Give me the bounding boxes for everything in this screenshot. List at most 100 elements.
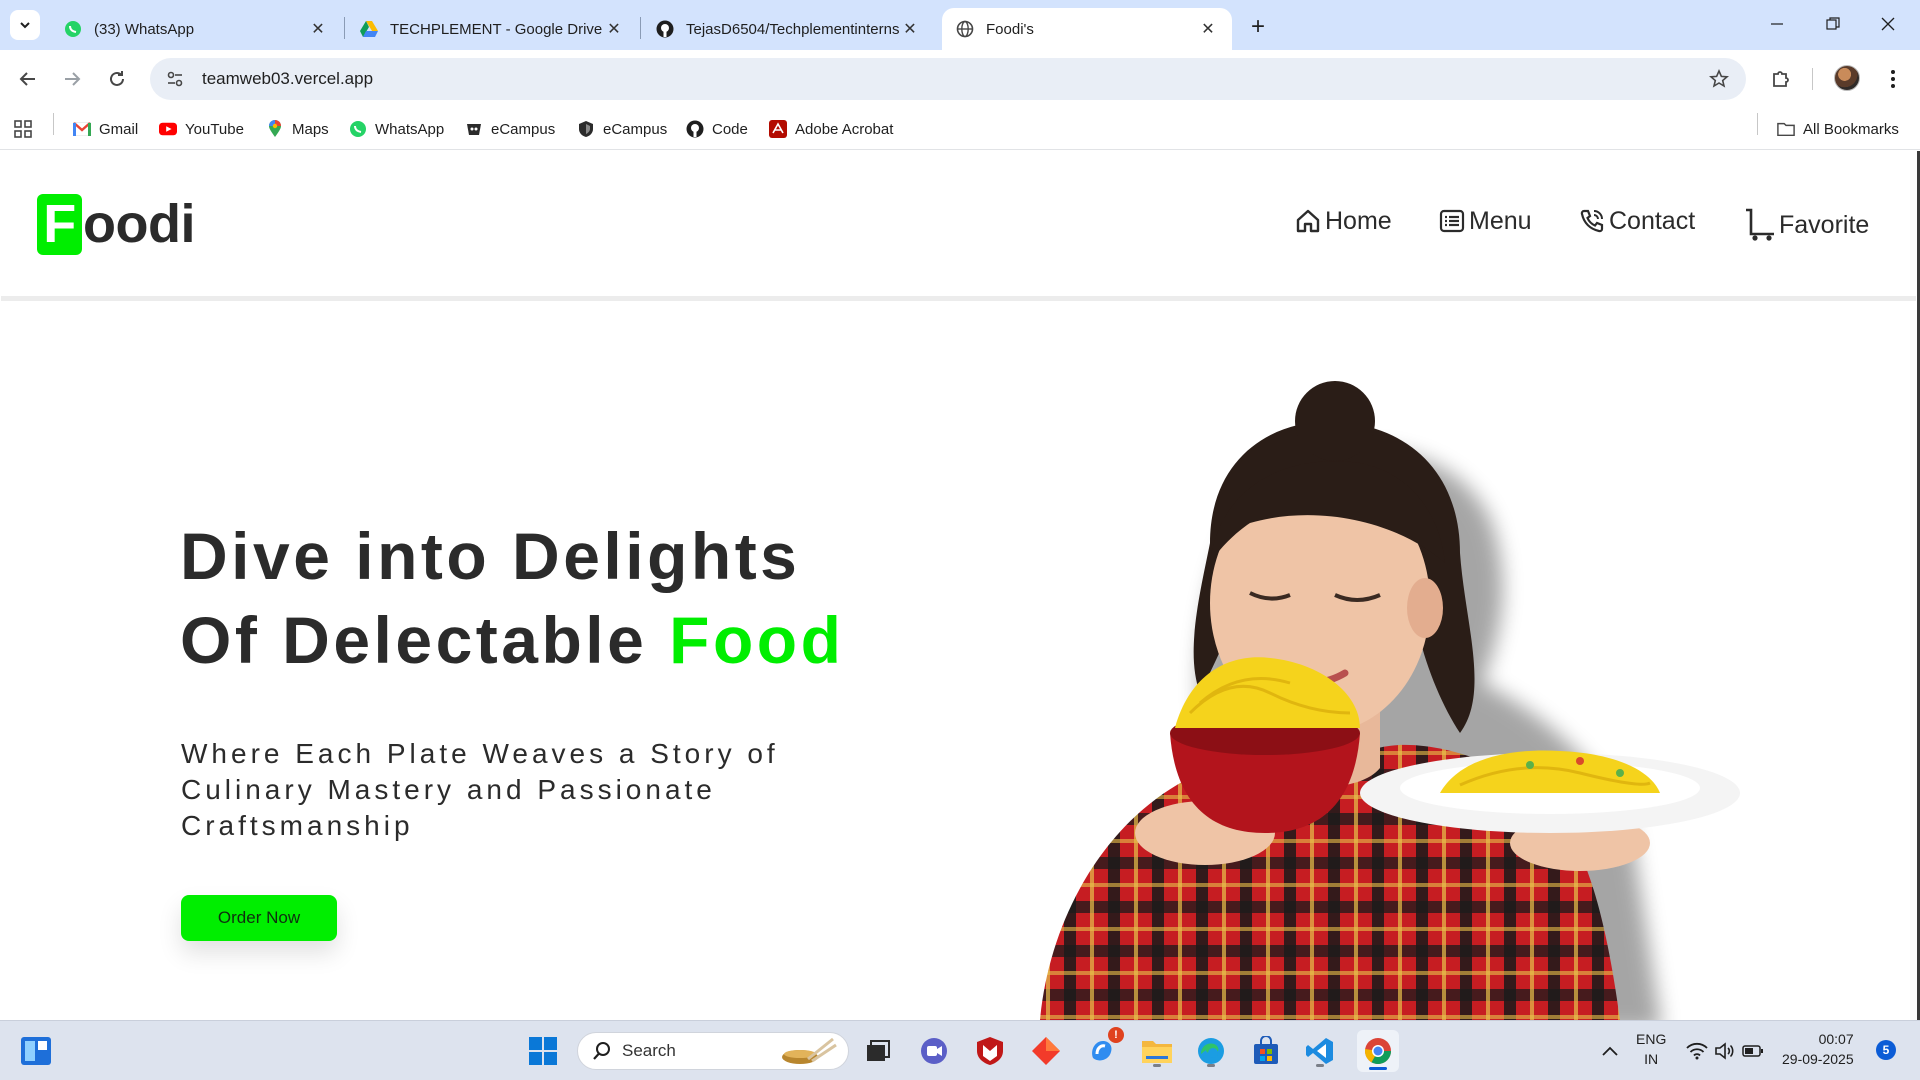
windows-taskbar: Search ! ENG IN 00:07 29-09-2025 5 (0, 1020, 1920, 1080)
restore-button[interactable] (1815, 8, 1851, 40)
all-bookmarks-button[interactable]: All Bookmarks (1777, 118, 1899, 140)
bookmark-whatsapp[interactable]: WhatsApp (349, 118, 444, 140)
nav-home[interactable]: Home (1294, 201, 1392, 241)
new-tab-button[interactable]: + (1244, 13, 1272, 41)
vscode-icon (1306, 1038, 1333, 1064)
tab-divider (344, 17, 345, 39)
widgets-button[interactable] (18, 1033, 54, 1069)
google-drive-icon (360, 20, 378, 38)
restore-icon (1826, 17, 1840, 30)
nav-contact[interactable]: Contact (1578, 201, 1695, 241)
all-bookmarks-label: All Bookmarks (1803, 120, 1899, 138)
extensions-button[interactable] (1765, 63, 1797, 95)
arrow-left-icon (19, 72, 35, 86)
hero-subtitle: Where Each Plate Weaves a Story of Culin… (181, 738, 779, 841)
bookmark-star-icon[interactable] (1698, 69, 1740, 89)
taskbar-app-diamond[interactable] (1028, 1033, 1064, 1069)
nav-label: Contact (1609, 206, 1696, 235)
github-icon (656, 20, 674, 38)
task-view-icon (867, 1040, 890, 1061)
taskbar-app-chrome[interactable] (1357, 1030, 1399, 1072)
logo-text: oodi (83, 194, 195, 254)
chevron-up-icon (1602, 1046, 1618, 1056)
profile-avatar[interactable] (1834, 65, 1860, 91)
whatsapp-icon (64, 20, 82, 38)
order-now-button[interactable]: Order Now (181, 895, 337, 941)
taskbar-app-store[interactable] (1248, 1033, 1284, 1069)
bookmark-maps[interactable]: Maps (266, 118, 329, 140)
close-icon[interactable]: ✕ (604, 19, 624, 39)
bookmark-divider (1757, 113, 1758, 135)
reload-icon (110, 71, 124, 86)
close-icon[interactable]: ✕ (1198, 19, 1218, 39)
running-indicator (1207, 1064, 1215, 1067)
close-icon[interactable]: ✕ (900, 19, 920, 39)
tab-whatsapp[interactable]: (33) WhatsApp ✕ (50, 8, 342, 50)
acrobat-icon (769, 120, 787, 138)
taskbar-app-mcafee[interactable] (972, 1033, 1008, 1069)
close-window-button[interactable] (1870, 8, 1906, 40)
bookmark-divider (53, 113, 54, 135)
search-icon (593, 1042, 610, 1060)
chevron-down-icon (20, 22, 30, 29)
video-chat-icon (921, 1038, 947, 1064)
bookmark-label: WhatsApp (375, 120, 445, 138)
tab-foodis[interactable]: Foodi's ✕ (942, 8, 1232, 50)
bookmark-ecampus[interactable]: eCampus (465, 118, 555, 140)
browser-toolbar: teamweb03.vercel.app (0, 50, 1920, 108)
language-indicator[interactable]: ENG IN (1636, 1029, 1666, 1069)
copilot-badge: ! (1108, 1027, 1124, 1043)
bookmark-code[interactable]: Code (686, 118, 748, 140)
mcafee-shield-icon (977, 1037, 1003, 1065)
tab-github[interactable]: TejasD6504/Techplementinterns ✕ (642, 8, 934, 50)
hero-heading-line-2: Of Delectable Food (180, 598, 844, 682)
clock[interactable]: 00:07 29-09-2025 (1782, 1029, 1854, 1069)
minimize-icon (1771, 23, 1783, 25)
reload-button[interactable] (101, 63, 133, 95)
address-bar[interactable]: teamweb03.vercel.app (150, 58, 1746, 100)
bookmark-adobe-acrobat[interactable]: Adobe Acrobat (769, 118, 893, 140)
taskbar-app-vscode[interactable] (1302, 1033, 1338, 1069)
puzzle-icon (1773, 71, 1789, 87)
network-volume-battery-button[interactable] (1680, 1033, 1770, 1069)
cart-icon (1744, 208, 1776, 242)
browser-menu-button[interactable] (1877, 63, 1909, 95)
site-settings-icon[interactable] (154, 70, 196, 88)
taskbar-search-box[interactable]: Search (577, 1032, 849, 1070)
youtube-icon (159, 120, 177, 138)
nav-menu[interactable]: Menu (1438, 201, 1532, 241)
tab-google-drive[interactable]: TECHPLEMENT - Google Drive ✕ (346, 8, 638, 50)
toolbar-divider (1812, 68, 1813, 90)
bookmark-ecampus-2[interactable]: eCampus (577, 118, 667, 140)
url-text[interactable]: teamweb03.vercel.app (202, 69, 1698, 89)
taskbar-app-edge[interactable] (1193, 1033, 1229, 1069)
arrow-right-icon (65, 72, 81, 86)
show-hidden-icons-button[interactable] (1592, 1033, 1628, 1069)
nav-favorite[interactable]: Favorite (1744, 205, 1869, 245)
maps-icon (266, 120, 284, 138)
browser-tab-strip: (33) WhatsApp ✕ TECHPLEMENT - Google Dri… (0, 0, 1920, 50)
taskbar-app-file-explorer[interactable] (1139, 1033, 1175, 1069)
site-logo[interactable]: F oodi (37, 193, 195, 255)
taskbar-app-copilot[interactable]: ! (1084, 1027, 1124, 1069)
close-icon[interactable]: ✕ (308, 19, 328, 39)
folder-icon (1142, 1041, 1172, 1063)
apps-button[interactable] (14, 118, 32, 140)
tab-search-button[interactable] (10, 10, 40, 40)
minimize-button[interactable] (1759, 8, 1795, 40)
taskbar-app-meet[interactable] (916, 1033, 952, 1069)
windows-logo-icon (529, 1037, 557, 1065)
notification-badge[interactable]: 5 (1876, 1040, 1896, 1060)
github-icon (686, 120, 704, 138)
start-button[interactable] (525, 1033, 561, 1069)
tab-title: (33) WhatsApp (94, 20, 195, 38)
bookmark-gmail[interactable]: Gmail (73, 118, 138, 140)
widgets-icon (21, 1037, 51, 1065)
running-indicator (1153, 1064, 1161, 1067)
forward-button[interactable] (56, 63, 88, 95)
bookmark-youtube[interactable]: YouTube (159, 118, 244, 140)
back-button[interactable] (12, 63, 44, 95)
tab-title: TejasD6504/Techplementinterns (686, 20, 900, 38)
task-view-button[interactable] (860, 1033, 896, 1069)
hero-woman-with-noodles-image (1040, 381, 1740, 1020)
